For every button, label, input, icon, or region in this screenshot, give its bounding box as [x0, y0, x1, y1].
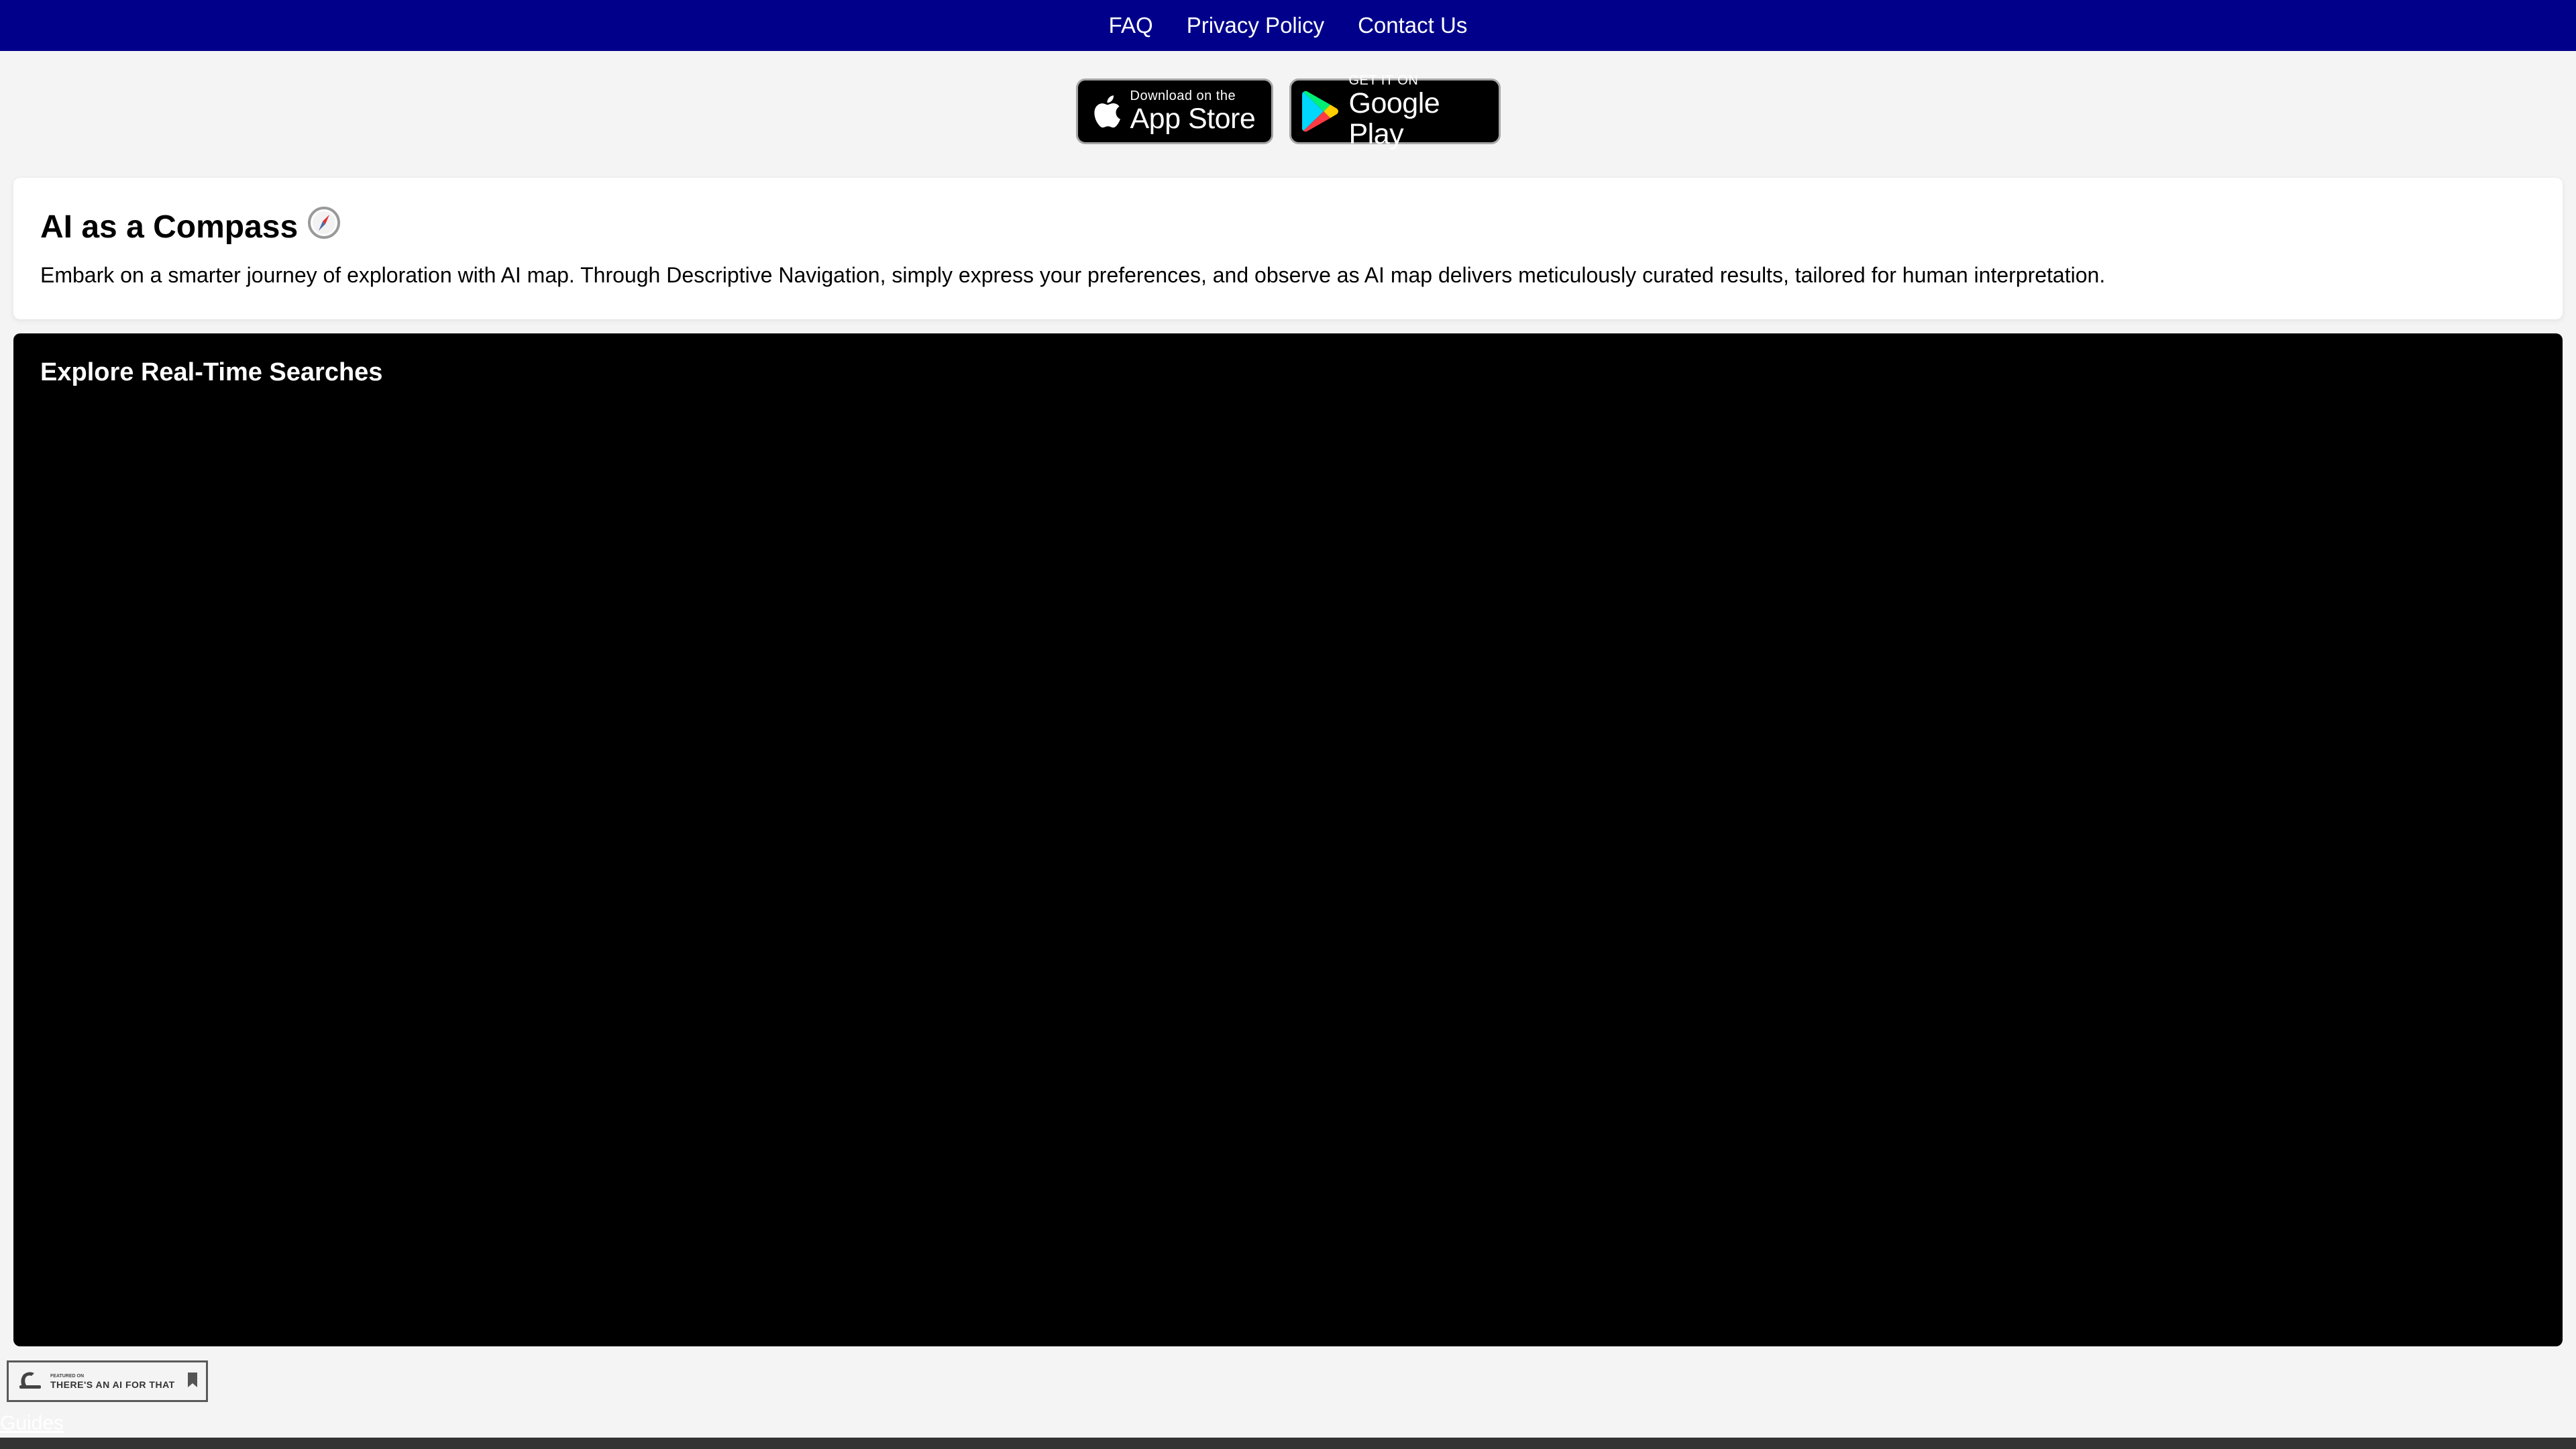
featured-on-badge[interactable]: FEATURED ON THERE'S AN AI FOR THAT: [7, 1360, 208, 1402]
guides-link[interactable]: Guides: [0, 1411, 64, 1436]
ai-compass-description: Embark on a smarter journey of explorati…: [40, 263, 2106, 287]
app-store-badge[interactable]: Download on the App Store: [1075, 78, 1273, 144]
privacy-policy-link[interactable]: Privacy Policy: [1187, 0, 1324, 51]
google-play-small-text: GET IT ON: [1348, 73, 1419, 88]
featured-big-text: THERE'S AN AI FOR THAT: [50, 1379, 175, 1390]
featured-small-text: FEATURED ON: [50, 1373, 85, 1379]
google-play-big-text: Google Play: [1348, 87, 1440, 150]
explore-panel: Explore Real-Time Searches: [13, 333, 2563, 1346]
app-store-big-text: App Store: [1130, 103, 1256, 135]
app-badges: Download on the App Store GET IT ON Goog…: [0, 73, 2576, 150]
bottom-bar: [0, 1438, 2576, 1449]
google-play-badge[interactable]: GET IT ON Google Play: [1289, 73, 1501, 150]
app-store-small-text: Download on the: [1130, 89, 1236, 103]
hand-icon: [17, 1366, 44, 1397]
compass-icon: [307, 206, 341, 248]
explore-title: Explore Real-Time Searches: [40, 358, 383, 386]
google-play-icon: [1301, 91, 1340, 132]
ai-compass-title: AI as a Compass: [40, 209, 299, 245]
top-nav: FAQ Privacy Policy Contact Us: [0, 0, 2576, 51]
faq-link[interactable]: FAQ: [1109, 0, 1153, 51]
ai-compass-heading: AI as a Compass: [40, 206, 2536, 248]
apple-icon: [1091, 93, 1121, 129]
contact-us-link[interactable]: Contact Us: [1358, 0, 1467, 51]
bookmark-icon: [187, 1372, 198, 1391]
ai-compass-card: AI as a Compass Embark on a smarter jour…: [13, 178, 2563, 319]
